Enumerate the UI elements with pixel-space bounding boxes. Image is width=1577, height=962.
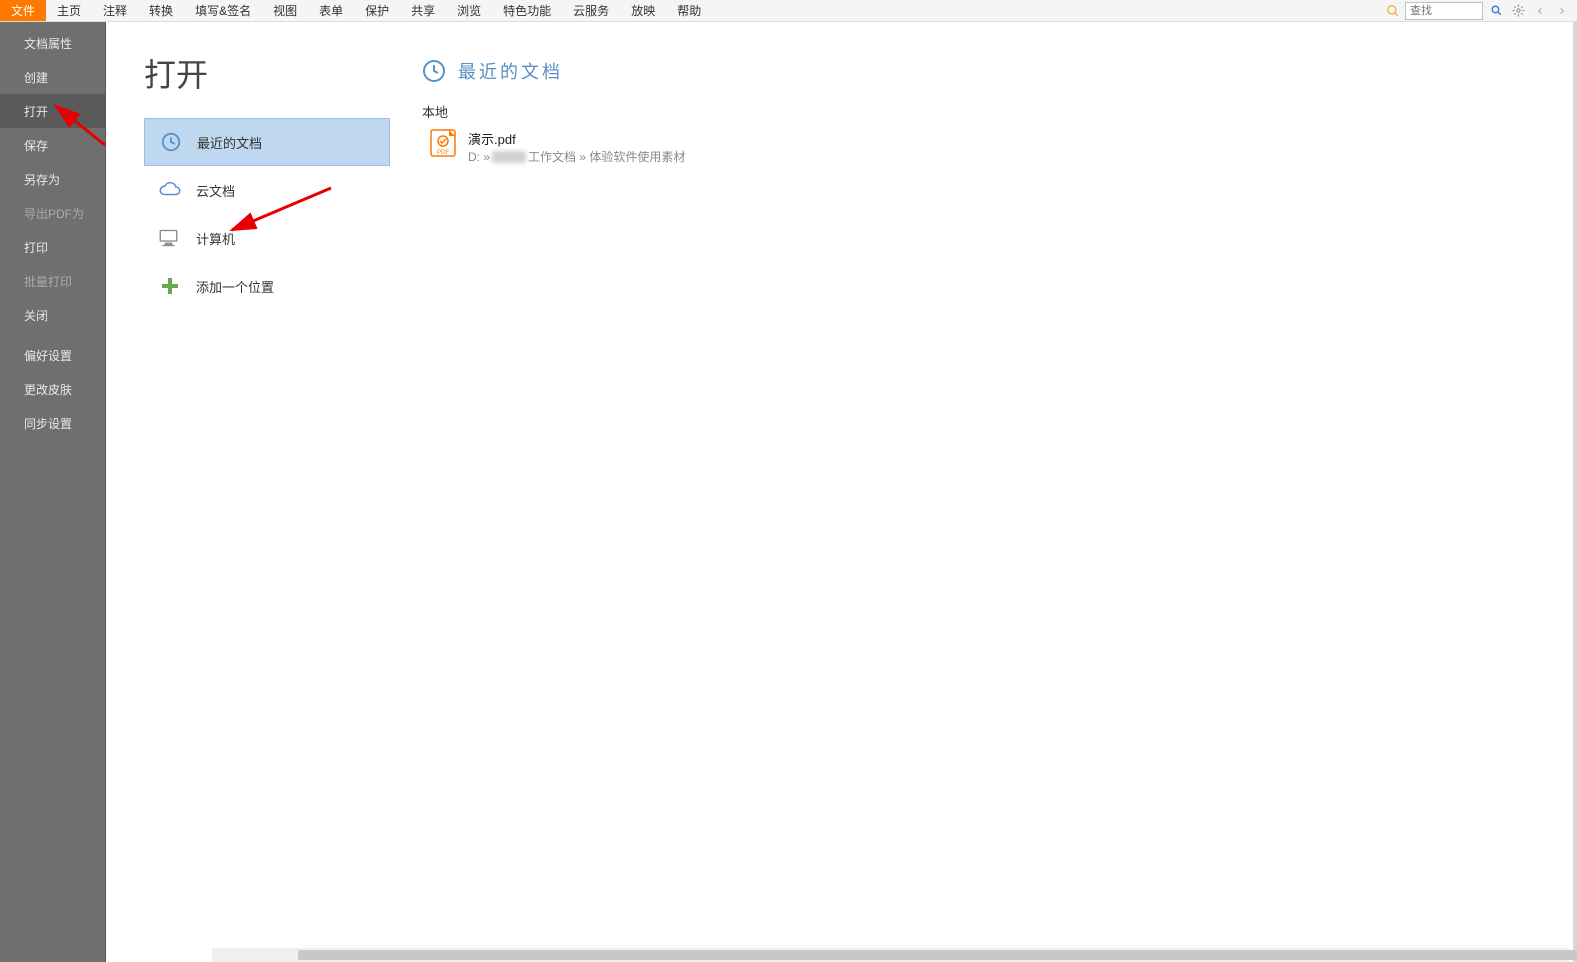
tab-view[interactable]: 视图 [262,0,308,21]
location-label: 云文档 [196,181,235,200]
sidebar-item-skin[interactable]: 更改皮肤 [0,372,105,406]
tab-file[interactable]: 文件 [0,0,46,21]
tab-annotate[interactable]: 注释 [92,0,138,21]
page-title: 打开 [144,50,390,96]
tab-protect[interactable]: 保护 [354,0,400,21]
sidebar-item-print[interactable]: 打印 [0,230,105,264]
location-cloud[interactable]: 云文档 [144,166,390,214]
sidebar-item-open[interactable]: 打开 [0,94,105,128]
pdf-file-icon: PDF [430,129,456,157]
scrollbar-thumb[interactable] [298,950,1577,960]
location-add[interactable]: 添加一个位置 [144,262,390,310]
recent-file-row[interactable]: PDF 演示.pdf D: » 工作文档 » 体验软件使用素材 [422,127,1573,167]
nav-prev-icon[interactable] [1531,2,1549,20]
tab-form[interactable]: 表单 [308,0,354,21]
location-computer[interactable]: 计算机 [144,214,390,262]
tab-fill-sign[interactable]: 填写&签名 [184,0,262,21]
settings-gear-icon[interactable] [1509,2,1527,20]
sidebar-item-save[interactable]: 保存 [0,128,105,162]
recent-title: 最近的文档 [458,58,563,84]
tab-help[interactable]: 帮助 [666,0,712,21]
tab-browse[interactable]: 浏览 [446,0,492,21]
svg-text:PDF: PDF [437,150,449,156]
search-input[interactable] [1405,2,1483,20]
search-button[interactable] [1487,2,1505,20]
location-label: 最近的文档 [197,133,262,152]
sidebar-item-properties[interactable]: 文档属性 [0,26,105,60]
nav-next-icon[interactable] [1553,2,1571,20]
file-path: D: » 工作文档 » 体验软件使用素材 [468,148,685,165]
sidebar-item-batch-print: 批量打印 [0,264,105,298]
top-menu-bar: 文件 主页 注释 转换 填写&签名 视图 表单 保护 共享 浏览 特色功能 云服… [0,0,1577,22]
file-sidebar: 文档属性 创建 打开 保存 另存为 导出PDF为 打印 批量打印 关闭 偏好设置… [0,22,106,962]
sidebar-item-preferences[interactable]: 偏好设置 [0,338,105,372]
clock-icon [422,59,446,83]
horizontal-scrollbar[interactable] [212,948,1569,962]
sidebar-item-saveas[interactable]: 另存为 [0,162,105,196]
tab-cloud[interactable]: 云服务 [562,0,620,21]
sidebar-item-export-pdf: 导出PDF为 [0,196,105,230]
plus-icon [158,274,182,298]
location-recent[interactable]: 最近的文档 [144,118,390,166]
tab-share[interactable]: 共享 [400,0,446,21]
computer-icon [158,226,182,250]
tab-home[interactable]: 主页 [46,0,92,21]
tab-convert[interactable]: 转换 [138,0,184,21]
recent-header: 最近的文档 [422,58,1573,84]
location-label: 添加一个位置 [196,277,274,296]
file-name: 演示.pdf [468,129,685,148]
cloud-icon [158,178,182,202]
tab-features[interactable]: 特色功能 [492,0,562,21]
sidebar-item-close[interactable]: 关闭 [0,298,105,332]
clock-icon [159,130,183,154]
tab-present[interactable]: 放映 [620,0,666,21]
sidebar-item-sync[interactable]: 同步设置 [0,406,105,440]
location-label: 计算机 [196,229,235,248]
recent-section-label: 本地 [422,102,1573,121]
sidebar-item-create[interactable]: 创建 [0,60,105,94]
search-zoom-icon[interactable] [1385,3,1401,19]
open-panel: 打开 最近的文档 云文档 [106,22,1577,962]
blurred-segment [492,151,526,163]
